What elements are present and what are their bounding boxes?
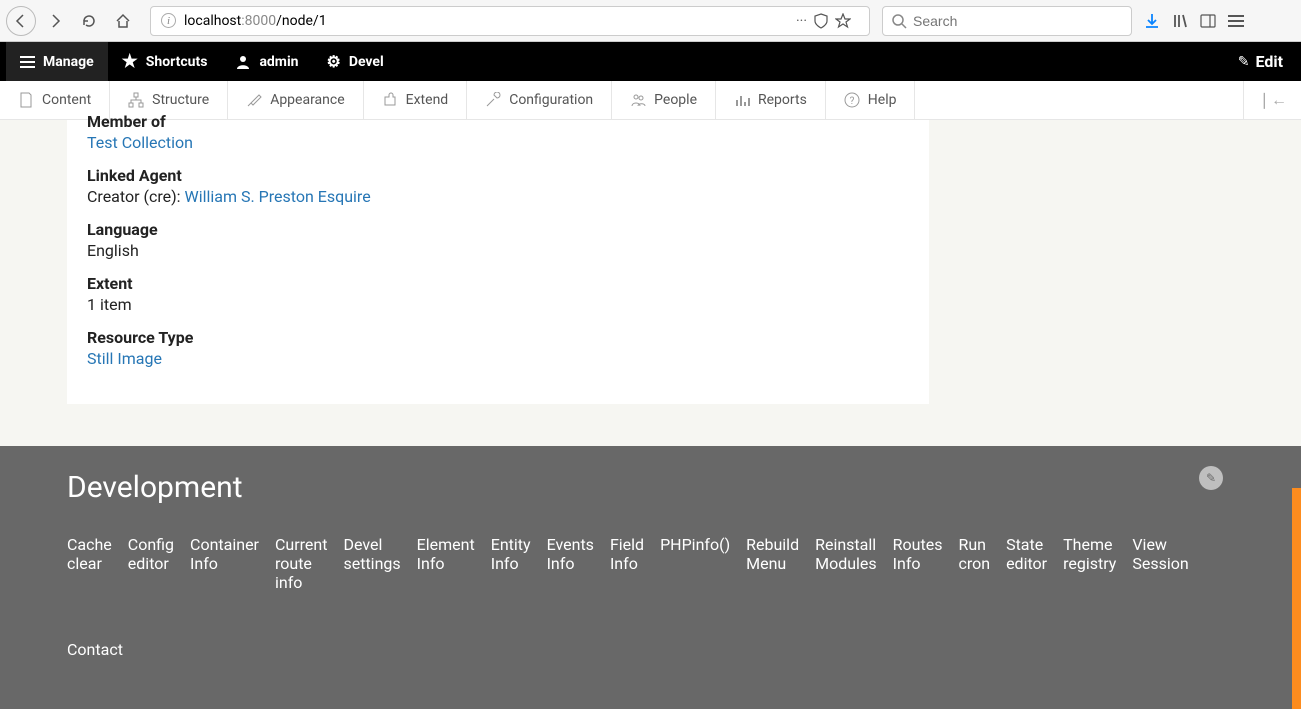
forward-button[interactable] (40, 6, 70, 36)
field-linked-agent-value: Creator (cre): William S. Preston Esquir… (87, 187, 909, 206)
dev-link-phpinfo[interactable]: PHPinfo() (660, 535, 730, 592)
url-bar[interactable]: i localhost:8000/node/1 ··· (150, 6, 870, 36)
dev-link-run-cron[interactable]: Runcron (958, 535, 990, 592)
edit-button[interactable]: ✎ Edit (1238, 52, 1295, 71)
dev-link-current-route-info[interactable]: Currentrouteinfo (275, 535, 327, 592)
admin-bar: Manage ★ Shortcuts admin ⚙ Devel ✎ Edit (0, 42, 1301, 81)
back-button[interactable] (6, 6, 36, 36)
reload-button[interactable] (74, 6, 104, 36)
page-body: Member of Test Collection Linked Agent C… (0, 120, 1301, 709)
dev-link-state-editor[interactable]: Stateeditor (1006, 535, 1047, 592)
development-heading: Development (67, 470, 1235, 505)
devel-button[interactable]: ⚙ Devel (313, 42, 398, 81)
structure-icon (128, 92, 144, 108)
dev-link-config-editor[interactable]: Configeditor (128, 535, 174, 592)
user-icon (235, 54, 251, 70)
sidebar-icon[interactable] (1200, 13, 1216, 29)
field-member-of-label: Member of (87, 112, 909, 131)
content-card: Member of Test Collection Linked Agent C… (67, 120, 929, 404)
dev-link-devel-settings[interactable]: Develsettings (343, 535, 400, 592)
people-icon (630, 92, 646, 108)
linked-agent-link[interactable]: William S. Preston Esquire (185, 187, 371, 206)
bookmark-star-icon[interactable] (835, 13, 851, 29)
admin-user-button[interactable]: admin (221, 42, 312, 81)
info-icon: i (161, 13, 176, 28)
configuration-icon (485, 92, 501, 108)
search-icon (891, 13, 907, 29)
dev-link-rebuild-menu[interactable]: RebuildMenu (746, 535, 799, 592)
menu-icon[interactable] (1228, 15, 1244, 27)
dev-link-field-info[interactable]: FieldInfo (610, 535, 644, 592)
field-extent-label: Extent (87, 274, 909, 293)
dev-link-element-info[interactable]: ElementInfo (417, 535, 475, 592)
url-port: :8000 (241, 13, 276, 29)
field-resource-type-value: Still Image (87, 349, 909, 368)
content-icon (18, 92, 34, 108)
development-footer: ✎ Development Cacheclear Configeditor Co… (0, 446, 1301, 709)
pencil-icon: ✎ (1238, 54, 1250, 70)
field-extent-value: 1 item (87, 295, 909, 314)
protection-icon[interactable] (813, 13, 829, 29)
field-language-value: English (87, 241, 909, 260)
help-icon: ? (844, 92, 860, 108)
dev-link-entity-info[interactable]: EntityInfo (491, 535, 531, 592)
library-icon[interactable] (1172, 13, 1188, 29)
more-icon[interactable]: ··· (796, 13, 807, 29)
svg-text:?: ? (849, 96, 854, 107)
gear-icon: ⚙ (327, 52, 341, 71)
home-button[interactable] (108, 6, 138, 36)
manage-button[interactable]: Manage (6, 42, 108, 81)
dev-link-view-session[interactable]: ViewSession (1132, 535, 1188, 592)
search-input[interactable] (913, 13, 1123, 29)
search-box[interactable] (882, 6, 1132, 36)
field-member-of-value: Test Collection (87, 133, 909, 152)
edit-block-button[interactable]: ✎ (1199, 466, 1223, 490)
reports-icon (734, 92, 750, 108)
hamburger-icon (20, 56, 35, 68)
star-icon: ★ (122, 51, 138, 72)
browser-chrome: i localhost:8000/node/1 ··· (0, 0, 1301, 42)
dev-link-theme-registry[interactable]: Themeregistry (1063, 535, 1116, 592)
contact-link[interactable]: Contact (67, 640, 1235, 659)
scrollbar[interactable] (1292, 488, 1301, 709)
dev-link-reinstall-modules[interactable]: ReinstallModules (815, 535, 877, 592)
appearance-icon (246, 92, 262, 108)
extend-icon (382, 92, 398, 108)
download-icon[interactable] (1144, 13, 1160, 29)
url-host: localhost (184, 13, 241, 29)
shortcuts-button[interactable]: ★ Shortcuts (108, 42, 222, 81)
field-linked-agent-label: Linked Agent (87, 166, 909, 185)
dev-link-routes-info[interactable]: RoutesInfo (893, 535, 943, 592)
field-resource-type-label: Resource Type (87, 328, 909, 347)
dev-link-events-info[interactable]: EventsInfo (547, 535, 594, 592)
member-of-link[interactable]: Test Collection (87, 133, 193, 152)
dev-link-cache-clear[interactable]: Cacheclear (67, 535, 112, 592)
toolbar-collapse[interactable]: ❘← (1243, 81, 1301, 119)
development-links: Cacheclear Configeditor ContainerInfo Cu… (67, 535, 1235, 592)
dev-link-container-info[interactable]: ContainerInfo (190, 535, 259, 592)
url-path: /node/1 (276, 13, 326, 29)
resource-type-link[interactable]: Still Image (87, 349, 162, 368)
field-language-label: Language (87, 220, 909, 239)
